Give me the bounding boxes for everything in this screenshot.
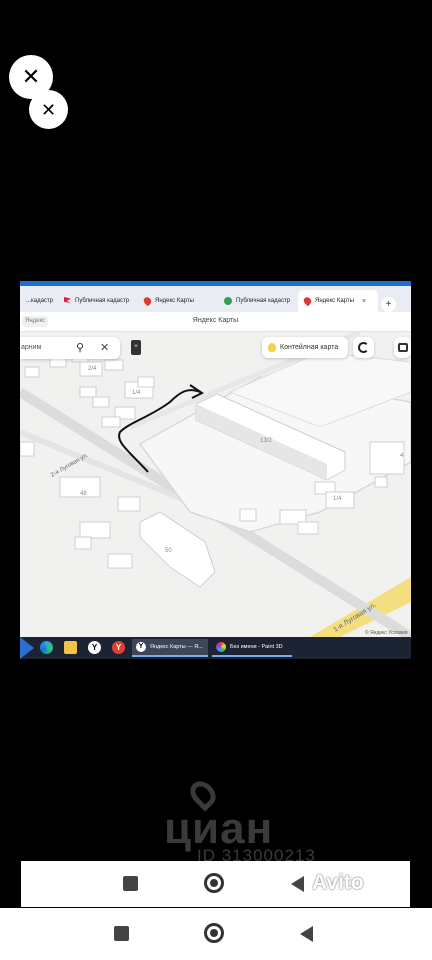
home-button[interactable] <box>204 873 224 893</box>
tab-label: Публичная кадастр <box>75 298 130 304</box>
yandex-icon[interactable]: Y <box>112 641 125 654</box>
tab-1[interactable]: Публичная кадастр <box>58 290 136 312</box>
tab-label: Публичная кадастр <box>236 298 291 304</box>
taskbar-item-paint3d[interactable]: Без имени - Paint 3D <box>212 639 292 657</box>
home-icon <box>204 923 224 943</box>
browser-tabbar: ...кадастр Публичная кадастр Яндекс Карт… <box>20 281 411 312</box>
tab-label: Яндекс Карты <box>155 298 194 304</box>
screen: ✕ ✕ ...кадастр Публичная кадастр Яндекс … <box>0 0 432 960</box>
print-button[interactable] <box>394 337 411 358</box>
square-icon <box>123 876 138 891</box>
building-50 <box>139 511 216 588</box>
home-button[interactable] <box>204 923 224 943</box>
tab-label: ...кадастр <box>26 298 54 304</box>
windows-taskbar: Y Y Y Яндекс Карты — Я... Без имени - Pa… <box>20 637 411 659</box>
back-button[interactable] <box>291 876 304 892</box>
check-icon <box>224 297 232 305</box>
search-text: арним <box>21 344 42 351</box>
task-label: Яндекс Карты — Я... <box>150 644 203 650</box>
house-number: 50 <box>165 548 172 554</box>
clear-icon[interactable]: ✕ <box>100 340 109 356</box>
house-number: 1/4 <box>333 496 342 502</box>
page-title: Яндекс Карты <box>192 317 239 324</box>
paint3d-icon <box>216 642 226 652</box>
contour-icon <box>268 343 276 352</box>
search-input[interactable]: арним ⚲ ✕ <box>20 337 120 359</box>
map-view[interactable]: 2-я Луговая ул. 1-я Луговая ул. 2/4 1/4 … <box>20 332 411 637</box>
contour-map-button[interactable]: Контейлная карта <box>262 337 348 358</box>
search-icon[interactable]: ⚲ <box>76 341 84 355</box>
map-copyright: © Яндекс Условия <box>365 630 408 636</box>
house-number: 1/4 <box>132 390 141 396</box>
close-icon: ✕ <box>21 64 41 89</box>
tab-0[interactable]: ...кадастр <box>20 290 58 312</box>
map-canvas: 2-я Луговая ул. 1-я Луговая ул. 2/4 1/4 … <box>20 332 411 637</box>
back-button[interactable] <box>300 926 313 942</box>
close-button-secondary[interactable]: ✕ <box>29 90 68 129</box>
pin-icon <box>302 295 313 307</box>
recents-button[interactable] <box>123 876 138 891</box>
recents-button[interactable] <box>114 926 129 941</box>
house-number: 13/2 <box>260 438 272 444</box>
taskbar-item-yandex-maps[interactable]: Y Яндекс Карты — Я... <box>132 639 208 657</box>
tab-4-active[interactable]: Яндекс Карты × <box>298 290 378 312</box>
tab-3[interactable]: Публичная кадастр <box>218 290 296 312</box>
yandex-icon: Y <box>136 642 146 652</box>
avito-watermark: Avito <box>312 871 364 894</box>
square-icon <box>114 926 129 941</box>
house-number: 48 <box>80 491 87 497</box>
close-icon: ✕ <box>40 99 57 120</box>
home-icon <box>204 873 224 893</box>
embedded-screenshot: ...кадастр Публичная кадастр Яндекс Карт… <box>20 281 411 659</box>
tab-2[interactable]: Яндекс Карты <box>138 290 216 312</box>
house-number: 2/4 <box>88 366 97 372</box>
yandex-browser-icon[interactable]: Y <box>88 641 101 654</box>
system-nav-bar <box>0 908 432 960</box>
folder-icon[interactable] <box>64 641 77 654</box>
edge-icon[interactable] <box>40 641 53 654</box>
layers-button[interactable]: + <box>131 340 141 355</box>
loading-button[interactable] <box>353 337 374 358</box>
task-label: Без имени - Paint 3D <box>230 644 283 650</box>
back-icon <box>291 876 304 892</box>
pin-icon <box>142 295 153 307</box>
contour-label: Контейлная карта <box>280 344 339 351</box>
flag-icon <box>64 297 71 304</box>
start-icon[interactable] <box>20 637 34 659</box>
back-icon <box>300 926 313 942</box>
street-label-2: 2-я Луговая ул. <box>50 452 90 478</box>
tab-label: Яндекс Карты <box>315 298 354 304</box>
new-tab-button[interactable]: + <box>381 297 396 312</box>
printer-icon <box>397 343 408 352</box>
address-bar: Яндекс Яндекс Карты <box>20 312 411 332</box>
close-tab-icon[interactable]: × <box>362 298 366 305</box>
ring-icon <box>358 342 369 353</box>
